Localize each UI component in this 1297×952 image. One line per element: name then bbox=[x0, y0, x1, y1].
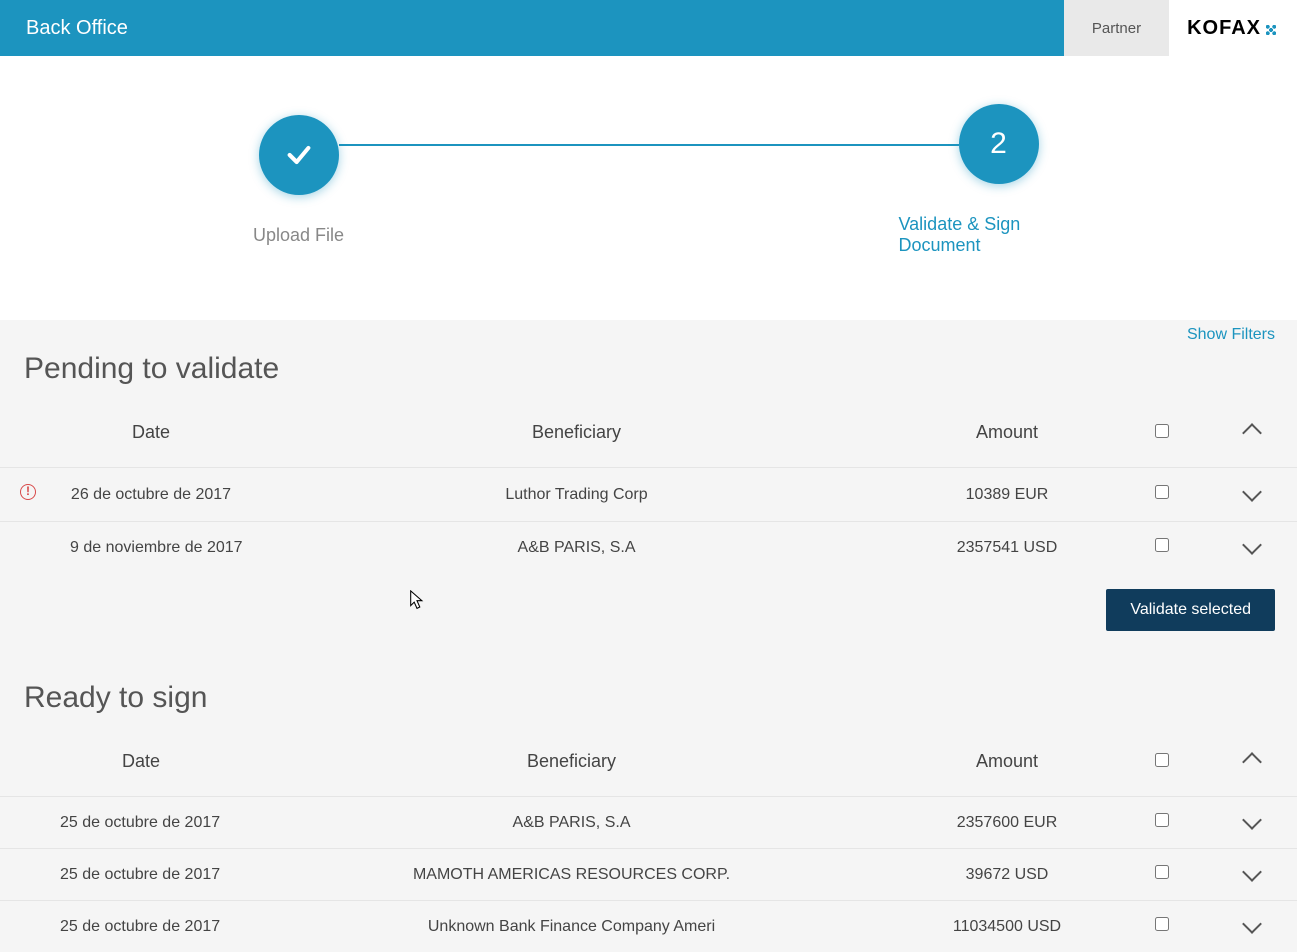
row-checkbox[interactable] bbox=[1155, 538, 1169, 552]
validate-selected-button[interactable]: Validate selected bbox=[1106, 589, 1275, 631]
col-header-select-all bbox=[1117, 733, 1207, 797]
table-row: 9 de noviembre de 2017 A&B PARIS, S.A 23… bbox=[0, 522, 1297, 574]
cell-beneficiary: Unknown Bank Finance Company Ameri bbox=[246, 901, 897, 952]
cell-beneficiary: A&B PARIS, S.A bbox=[246, 797, 897, 849]
row-checkbox[interactable] bbox=[1155, 485, 1169, 499]
app-title: Back Office bbox=[0, 0, 1064, 56]
col-header-date: Date bbox=[36, 733, 246, 797]
chevron-down-icon[interactable] bbox=[1242, 810, 1262, 830]
chevron-down-icon[interactable] bbox=[1242, 535, 1262, 555]
kofax-logo: KOFAX bbox=[1169, 0, 1297, 56]
col-header-collapse bbox=[1207, 733, 1297, 797]
col-header-beneficiary: Beneficiary bbox=[256, 404, 897, 468]
cell-beneficiary: Luthor Trading Corp bbox=[256, 468, 897, 522]
col-header-collapse bbox=[1207, 404, 1297, 468]
col-header-beneficiary: Beneficiary bbox=[246, 733, 897, 797]
cell-beneficiary: MAMOTH AMERICAS RESOURCES CORP. bbox=[246, 849, 897, 901]
cell-date: 25 de octubre de 2017 bbox=[36, 849, 246, 901]
step-validate-sign[interactable]: 2 Validate & Sign Document bbox=[899, 104, 1099, 256]
logo-text: KOFAX bbox=[1187, 17, 1261, 40]
cell-beneficiary: A&B PARIS, S.A bbox=[256, 522, 897, 574]
cell-amount: 39672 USD bbox=[897, 849, 1117, 901]
col-header-amount: Amount bbox=[897, 733, 1117, 797]
cell-date: 26 de octubre de 2017 bbox=[46, 468, 256, 522]
cell-amount: 11034500 USD bbox=[897, 901, 1117, 952]
col-header-amount: Amount bbox=[897, 404, 1117, 468]
chevron-down-icon[interactable] bbox=[1242, 482, 1262, 502]
step-upload-file[interactable]: Upload File bbox=[199, 115, 399, 246]
step-2-circle: 2 bbox=[959, 104, 1039, 184]
step-1-label: Upload File bbox=[253, 225, 344, 246]
table-row: 25 de octubre de 2017 Unknown Bank Finan… bbox=[0, 901, 1297, 952]
col-header-empty bbox=[0, 733, 36, 797]
stepper: Upload File 2 Validate & Sign Document bbox=[199, 104, 1099, 256]
topbar: Back Office Partner KOFAX bbox=[0, 0, 1297, 56]
cell-amount: 2357541 USD bbox=[897, 522, 1117, 574]
col-header-select-all bbox=[1117, 404, 1207, 468]
row-checkbox[interactable] bbox=[1155, 917, 1169, 931]
select-all-pending-checkbox[interactable] bbox=[1155, 424, 1169, 438]
pending-section-title: Pending to validate bbox=[0, 348, 1297, 404]
ready-header-row: Date Beneficiary Amount bbox=[0, 733, 1297, 797]
step-1-circle bbox=[259, 115, 339, 195]
col-header-empty bbox=[0, 404, 46, 468]
table-row: 26 de octubre de 2017 Luthor Trading Cor… bbox=[0, 468, 1297, 522]
alert-icon bbox=[20, 484, 36, 500]
chevron-up-icon[interactable] bbox=[1242, 752, 1262, 772]
cell-date: 25 de octubre de 2017 bbox=[36, 797, 246, 849]
show-filters-link[interactable]: Show Filters bbox=[0, 320, 1297, 348]
table-row: 25 de octubre de 2017 A&B PARIS, S.A 235… bbox=[0, 797, 1297, 849]
check-icon bbox=[285, 141, 313, 169]
cell-date: 25 de octubre de 2017 bbox=[36, 901, 246, 952]
col-header-date: Date bbox=[46, 404, 256, 468]
chevron-down-icon[interactable] bbox=[1242, 914, 1262, 934]
pending-header-row: Date Beneficiary Amount bbox=[0, 404, 1297, 468]
table-row: 25 de octubre de 2017 MAMOTH AMERICAS RE… bbox=[0, 849, 1297, 901]
step-2-number: 2 bbox=[990, 127, 1007, 161]
row-checkbox[interactable] bbox=[1155, 865, 1169, 879]
stepper-line bbox=[339, 144, 959, 146]
select-all-ready-checkbox[interactable] bbox=[1155, 753, 1169, 767]
row-checkbox[interactable] bbox=[1155, 813, 1169, 827]
partner-tab[interactable]: Partner bbox=[1064, 0, 1169, 56]
ready-table: Date Beneficiary Amount 25 de octubre de… bbox=[0, 733, 1297, 952]
ready-section-title: Ready to sign bbox=[0, 677, 1297, 733]
stepper-panel: Upload File 2 Validate & Sign Document bbox=[0, 56, 1297, 320]
step-2-label: Validate & Sign Document bbox=[899, 214, 1099, 256]
cell-amount: 2357600 EUR bbox=[897, 797, 1117, 849]
pending-table: Date Beneficiary Amount 26 de octubre de… bbox=[0, 404, 1297, 573]
cell-date: 9 de noviembre de 2017 bbox=[46, 522, 256, 574]
chevron-up-icon[interactable] bbox=[1242, 423, 1262, 443]
logo-globe-icon bbox=[1263, 22, 1279, 38]
cell-amount: 10389 EUR bbox=[897, 468, 1117, 522]
